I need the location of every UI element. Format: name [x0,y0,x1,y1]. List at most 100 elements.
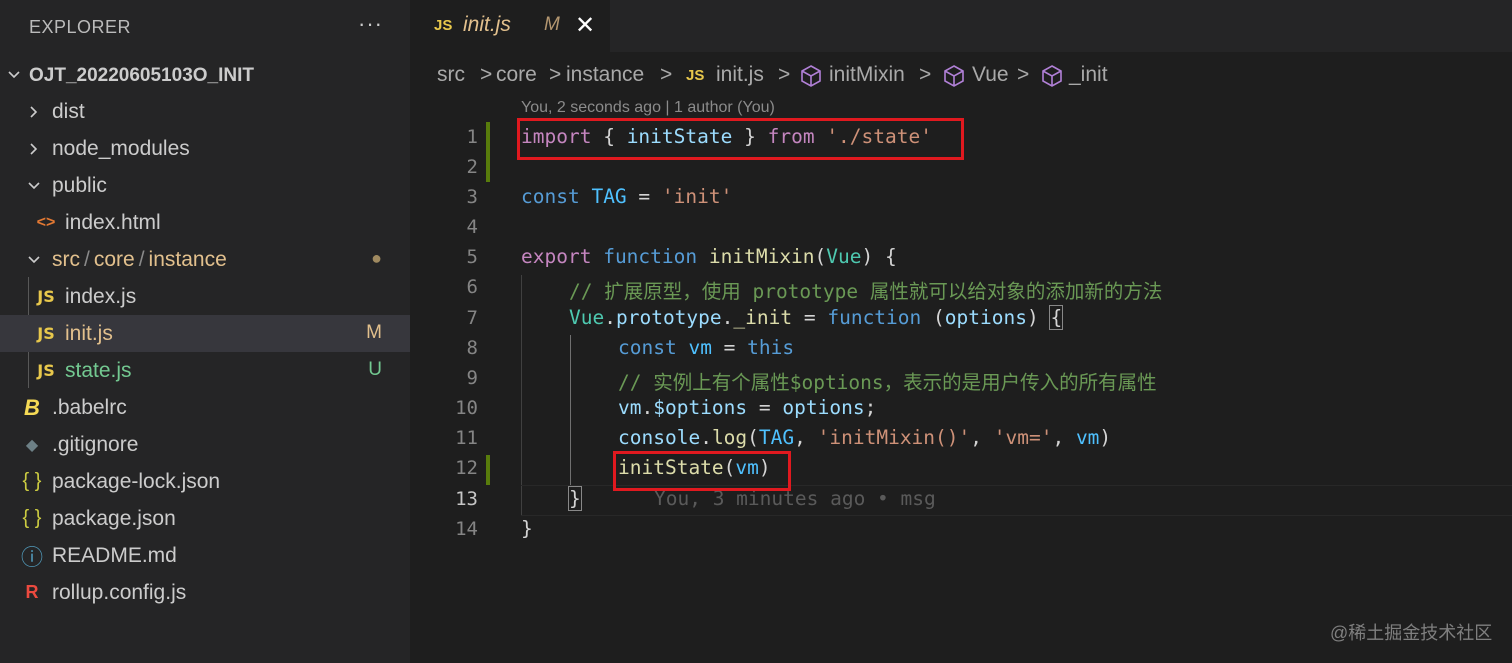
chevron-right-icon [24,93,44,130]
indent-guide [521,275,522,515]
line-number: 2 [466,156,478,178]
tab-modified-badge: M [544,14,560,35]
json-file-icon: { } [22,507,42,529]
breadcrumb-file[interactable]: init.js [716,63,764,87]
chevron-right-icon [24,130,44,167]
line-number: 3 [466,186,478,208]
tree-item-state-js[interactable]: JS state.js U [0,352,410,389]
code-line-9: // 实例上有个属性$options，表示的是用户传入的所有属性 [618,371,1157,394]
code-line-13: } [568,486,582,511]
codelens-blame[interactable]: You, 2 seconds ago | 1 author (You) [521,99,775,117]
line-number: 11 [455,427,478,449]
code-line-10: vm.$options = options; [618,396,877,419]
js-file-icon: JS [434,17,453,34]
tree-item-label: .gitignore [52,433,139,456]
js-file-icon: JS [37,287,55,306]
tree-item-label: state.js [65,359,132,382]
line-number: 5 [466,246,478,268]
tree-item-rollup-config[interactable]: R rollup.config.js [0,574,410,611]
tree-item-label: package-lock.json [52,470,221,493]
explorer-sidebar: EXPLORER ··· OJT_20220605103O_INIT dist … [0,0,410,663]
line-number: 7 [466,307,478,329]
breadcrumb-separator: > [660,63,673,86]
code-line-5: export function initMixin(Vue) { [521,245,897,268]
highlight-box-import [517,118,964,160]
close-icon[interactable]: ✕ [575,11,595,40]
code-line-14: } [521,517,533,540]
tree-item-node-modules[interactable]: node_modules [0,130,410,167]
code-line-3: const TAG = 'init' [521,185,733,208]
git-added-gutter [486,455,490,485]
line-number: 10 [455,397,478,419]
tree-item-babelrc[interactable]: B .babelrc [0,389,410,426]
js-file-icon: JS [37,361,55,380]
highlight-box-initstate [613,451,791,491]
tab-bar: JS init.js M ✕ [410,0,1512,52]
json-file-icon: { } [22,470,42,492]
line-number: 8 [466,337,478,359]
explorer-title: EXPLORER [29,17,132,37]
line-number: 13 [455,488,478,510]
tab-label: init.js [463,13,511,36]
breadcrumb-instance[interactable]: instance [566,63,644,87]
line-number: 14 [455,518,478,540]
tree-item-label: dist [52,100,85,123]
tree-item-compact-path: src / core / instance [52,248,227,271]
line-number: 9 [466,367,478,389]
git-added-gutter [486,122,490,182]
tree-item-src-core-instance[interactable]: src / core / instance ● [0,241,410,278]
breadcrumb-separator: > [778,63,791,86]
breadcrumb: src > core > instance > JS init.js > ini… [410,52,1512,96]
tree-item-public[interactable]: public [0,167,410,204]
tree-item-index-js[interactable]: JS index.js [0,278,410,315]
tree-item-label: init.js [65,322,113,345]
babel-icon: B [24,394,40,420]
tree-item-readme[interactable]: ⓘ README.md [0,537,410,574]
watermark: @稀土掘金技术社区 [1330,623,1493,643]
js-file-icon: JS [686,67,705,84]
line-number: 4 [466,216,478,238]
tree-item-label: public [52,174,107,197]
tree-item-label: node_modules [52,137,190,160]
tree-item-package-json[interactable]: { } package.json [0,500,410,537]
tree-item-label: .babelrc [52,396,127,419]
method-cube-icon [1042,65,1062,87]
breadcrumb-src[interactable]: src [437,63,465,87]
tree-item-label: package.json [52,507,176,530]
tree-item-init-js[interactable]: JS init.js M [0,315,410,352]
tab-init-js[interactable]: JS init.js M ✕ [410,0,610,52]
tree-item-gitignore[interactable]: ◆ .gitignore [0,426,410,463]
tree-item-dist[interactable]: dist [0,93,410,130]
tree-root-folder[interactable]: OJT_20220605103O_INIT [0,56,410,93]
breadcrumb-separator: > [480,63,493,86]
method-cube-icon [801,65,821,87]
js-file-icon: JS [37,324,55,343]
tree-item-index-html[interactable]: <> index.html [0,204,410,241]
root-folder-label: OJT_20220605103O_INIT [29,65,254,86]
tree-item-package-lock-json[interactable]: { } package-lock.json [0,463,410,500]
breadcrumb-core[interactable]: core [496,63,537,87]
breadcrumb-vue[interactable]: Vue [972,63,1009,87]
html-file-icon: <> [36,213,56,231]
code-line-7: Vue.prototype._init = function (options)… [569,305,1064,330]
indent-guide-active [570,335,571,485]
chevron-down-icon [4,56,24,93]
modified-dot-icon: ● [371,248,382,268]
git-icon: ◆ [25,436,39,454]
tree-item-label: rollup.config.js [52,581,187,604]
tree-item-label: README.md [52,544,177,567]
line-number: 12 [455,457,478,479]
chevron-down-icon [24,241,44,278]
tree-item-label: index.js [65,285,137,308]
more-actions-icon[interactable]: ··· [358,11,383,37]
breadcrumb-initmixin[interactable]: initMixin [829,63,905,87]
git-status-badge: U [368,359,382,380]
method-cube-icon [944,65,964,87]
breadcrumb-init[interactable]: _init [1069,63,1108,87]
code-line-11: console.log(TAG, 'initMixin()', 'vm=', v… [618,426,1112,449]
chevron-down-icon [24,167,44,204]
line-number: 1 [466,126,478,148]
code-line-6: // 扩展原型，使用 prototype 属性就可以给对象的添加新的方法 [569,280,1163,303]
breadcrumb-separator: > [1017,63,1030,86]
tree-item-label: index.html [65,211,161,234]
